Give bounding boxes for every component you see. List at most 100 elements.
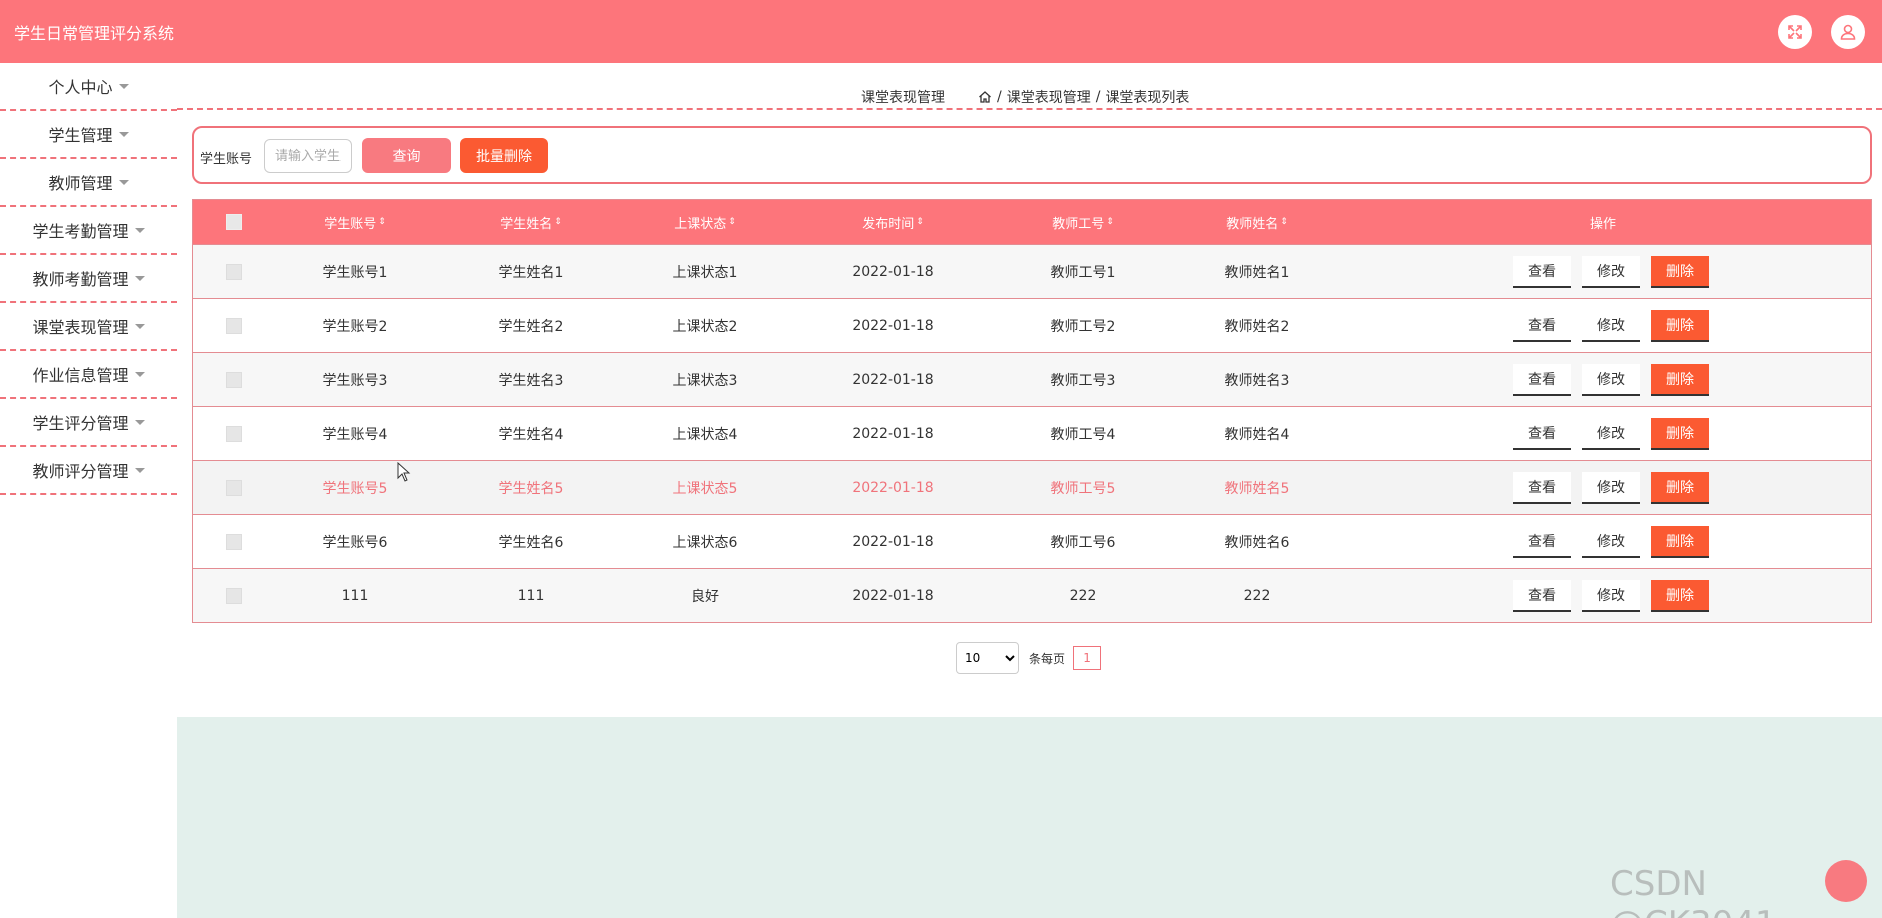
cell-student-name: 学生姓名2 — [498, 318, 564, 335]
delete-button[interactable]: 删除 — [1651, 471, 1709, 504]
edit-button[interactable]: 修改 — [1582, 417, 1640, 450]
sidebar-item-student-attendance[interactable]: 学生考勤管理 — [0, 207, 177, 255]
cell-student-account: 学生账号6 — [322, 534, 388, 551]
cell-publish-time: 2022-01-18 — [852, 263, 934, 280]
sort-icon: ⇕ — [1280, 216, 1288, 227]
cell-student-name: 学生姓名3 — [498, 372, 564, 389]
page-number-button[interactable]: 1 — [1073, 646, 1102, 670]
chevron-down-icon — [134, 467, 145, 473]
sidebar-item-teacher-scoring[interactable]: 教师评分管理 — [0, 447, 177, 495]
user-button[interactable] — [1831, 15, 1865, 49]
breadcrumb-level1[interactable]: 课堂表现管理 — [1007, 87, 1091, 107]
column-header-teacher-name[interactable]: 教师姓名 ⇕ — [1177, 200, 1337, 244]
view-button[interactable]: 查看 — [1513, 579, 1571, 612]
delete-button[interactable]: 删除 — [1651, 309, 1709, 342]
search-panel: 学生账号 查询 批量删除 — [192, 126, 1872, 184]
row-checkbox[interactable] — [226, 533, 242, 550]
sidebar-item-label: 个人中心 — [48, 78, 113, 97]
page-size-select[interactable]: 10 — [956, 642, 1019, 674]
sort-icon: ⇕ — [916, 216, 924, 227]
edit-button[interactable]: 修改 — [1582, 255, 1640, 288]
edit-button[interactable]: 修改 — [1582, 363, 1640, 396]
table-row[interactable]: 学生账号1 学生姓名1 上课状态1 2022-01-18 教师工号1 教师姓名1 查看 修改删… — [193, 244, 1871, 298]
view-button[interactable]: 查看 — [1513, 255, 1571, 288]
table-row[interactable]: 111 111 良好 2022-01-18 222 222 查看 修改 删除 — [193, 568, 1871, 622]
sidebar-item-label: 课堂表现管理 — [32, 318, 129, 337]
delete-button[interactable]: 删除 — [1651, 255, 1709, 288]
breadcrumb-separator: / — [1095, 89, 1101, 105]
edit-button[interactable]: 修改 — [1582, 309, 1640, 342]
view-button[interactable]: 查看 — [1513, 471, 1571, 504]
column-header-publish-time[interactable]: 发布时间 ⇕ — [813, 200, 973, 244]
column-header-student-account[interactable]: 学生账号 ⇕ — [275, 200, 435, 244]
cell-class-status: 上课状态2 — [672, 318, 738, 335]
sidebar-item-label: 学生评分管理 — [32, 414, 129, 433]
mouse-cursor-icon — [397, 462, 411, 482]
sidebar-item-homework[interactable]: 作业信息管理 — [0, 351, 177, 399]
view-button[interactable]: 查看 — [1513, 525, 1571, 558]
batch-delete-button[interactable]: 批量删除 — [460, 138, 548, 173]
cell-publish-time: 2022-01-18 — [852, 371, 934, 388]
sort-icon: ⇕ — [378, 216, 386, 227]
chevron-down-icon — [118, 179, 129, 185]
cell-class-status: 上课状态4 — [672, 426, 738, 443]
sidebar-item-student-scoring[interactable]: 学生评分管理 — [0, 399, 177, 447]
row-checkbox[interactable] — [226, 371, 242, 388]
cell-publish-time: 2022-01-18 — [852, 533, 934, 550]
table-row[interactable]: 学生账号6 学生姓名6 上课状态6 2022-01-18 教师工号6 教师姓名6 查看 修改删… — [193, 514, 1871, 568]
cell-student-account: 学生账号5 — [322, 480, 388, 497]
delete-button[interactable]: 删除 — [1651, 525, 1709, 558]
cell-class-status: 上课状态1 — [672, 264, 738, 281]
cell-student-account: 学生账号2 — [322, 318, 388, 335]
column-header-teacher-id[interactable]: 教师工号 ⇕ — [1003, 200, 1163, 244]
sort-icon: ⇕ — [554, 216, 562, 227]
view-button[interactable]: 查看 — [1513, 309, 1571, 342]
cell-student-name: 111 — [517, 587, 545, 604]
row-checkbox[interactable] — [226, 425, 242, 442]
table-row[interactable]: 学生账号4 学生姓名4 上课状态4 2022-01-18 教师工号4 教师姓名4 查看 修改删… — [193, 406, 1871, 460]
sidebar-item-teacher-management[interactable]: 教师管理 — [0, 159, 177, 207]
delete-button[interactable]: 删除 — [1651, 363, 1709, 396]
query-button[interactable]: 查询 — [362, 138, 451, 173]
column-header-student-name[interactable]: 学生姓名 ⇕ — [451, 200, 611, 244]
row-checkbox[interactable] — [226, 263, 242, 280]
cell-class-status: 上课状态3 — [672, 372, 738, 389]
column-header-class-status[interactable]: 上课状态 ⇕ — [625, 200, 785, 244]
floating-button[interactable] — [1825, 860, 1867, 902]
table-row[interactable]: 学生账号3 学生姓名3 上课状态3 2022-01-18 教师工号3 教师姓名3 查看 修改删… — [193, 352, 1871, 406]
delete-button[interactable]: 删除 — [1651, 417, 1709, 450]
cell-publish-time: 2022-01-18 — [852, 479, 934, 496]
edit-button[interactable]: 修改 — [1582, 525, 1640, 558]
edit-button[interactable]: 修改 — [1582, 579, 1640, 612]
view-button[interactable]: 查看 — [1513, 363, 1571, 396]
cell-class-status: 良好 — [691, 588, 719, 605]
cell-teacher-name: 教师姓名4 — [1224, 426, 1290, 443]
sidebar-item-label: 学生考勤管理 — [32, 222, 129, 241]
row-checkbox[interactable] — [226, 587, 242, 604]
edit-button[interactable]: 修改 — [1582, 471, 1640, 504]
table-row[interactable]: 学生账号2 学生姓名2 上课状态2 2022-01-18 教师工号2 教师姓名2 查看 修改删… — [193, 298, 1871, 352]
select-all-checkbox[interactable] — [226, 214, 242, 230]
page-title: 课堂表现管理 — [861, 90, 945, 106]
cell-student-name: 学生姓名4 — [498, 426, 564, 443]
breadcrumb-path: / 课堂表现管理 / 课堂表现列表 — [978, 87, 1189, 107]
row-checkbox[interactable] — [226, 317, 242, 334]
cell-student-account: 学生账号3 — [322, 372, 388, 389]
home-icon[interactable] — [978, 90, 992, 104]
chevron-down-icon — [118, 83, 129, 89]
sidebar-item-teacher-attendance[interactable]: 教师考勤管理 — [0, 255, 177, 303]
sidebar-item-label: 教师考勤管理 — [32, 270, 129, 289]
table-row[interactable]: 学生账号5 学生姓名5 上课状态5 2022-01-18 教师工号5 教师姓名5 查看 修改删… — [193, 460, 1871, 514]
sort-icon: ⇕ — [1106, 216, 1114, 227]
search-input[interactable] — [264, 139, 352, 173]
sidebar-item-student-management[interactable]: 学生管理 — [0, 111, 177, 159]
breadcrumb-separator: / — [997, 89, 1002, 105]
fullscreen-button[interactable] — [1778, 15, 1812, 49]
row-checkbox[interactable] — [226, 479, 242, 496]
data-table: 学生账号 ⇕ 学生姓名 ⇕ 上课状态 ⇕ 发布时间 ⇕ 教师工号 ⇕ 教师姓名 ⇕ 操作 学… — [192, 199, 1872, 623]
sidebar-item-personal-center[interactable]: 个人中心 — [0, 63, 177, 111]
sidebar-item-class-performance[interactable]: 课堂表现管理 — [0, 303, 177, 351]
delete-button[interactable]: 删除 — [1651, 579, 1709, 612]
view-button[interactable]: 查看 — [1513, 417, 1571, 450]
cell-student-account: 111 — [341, 587, 369, 604]
